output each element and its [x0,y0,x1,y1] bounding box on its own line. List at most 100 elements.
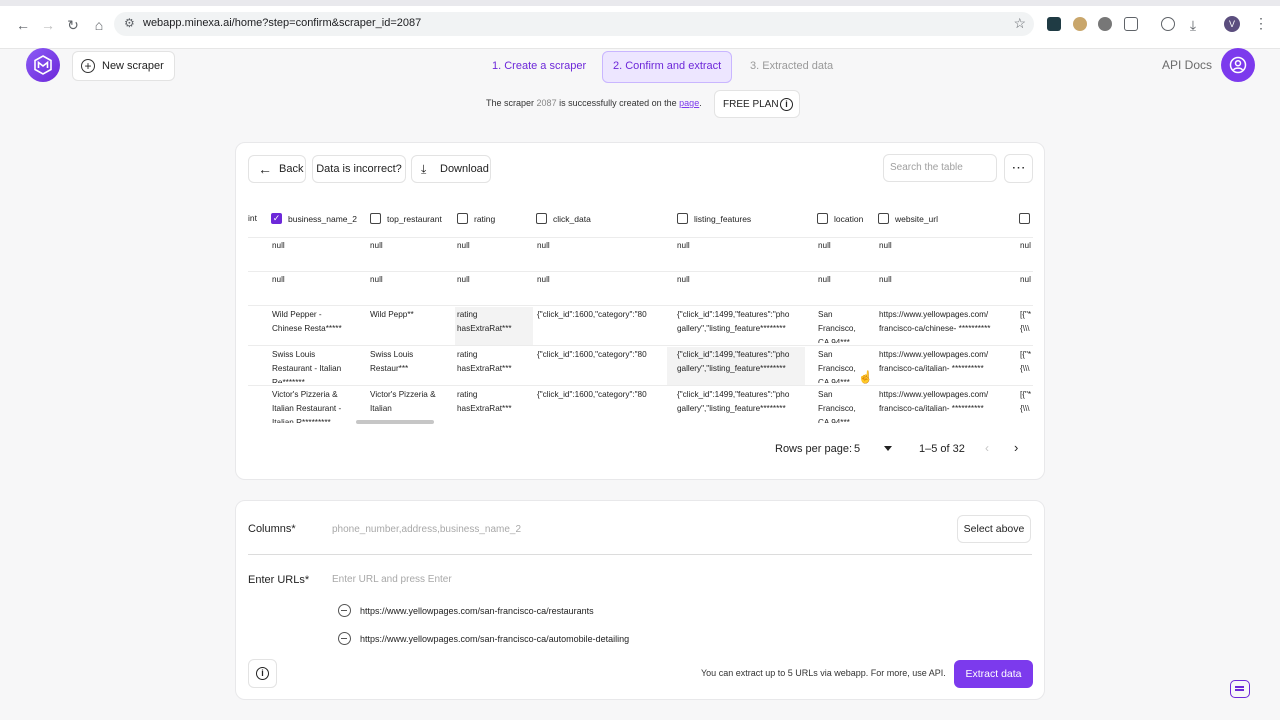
table-cell[interactable]: nul [1020,273,1033,287]
column-header-business-name-2[interactable]: ✓ business_name_2 [271,213,357,224]
column-header-top-restaurant[interactable]: top_restaurant [370,213,442,224]
notice-page-link[interactable]: page [679,98,699,108]
table-cell[interactable]: {"click_id":1600,"category":"80 [537,308,659,322]
column-header-listing-features[interactable]: listing_features [677,213,751,224]
column-header-location[interactable]: location [817,213,863,224]
checkbox[interactable] [1019,213,1030,224]
rows-per-page-select[interactable]: 5 [854,443,860,455]
browser-menu-icon[interactable]: ⋮ [1254,15,1268,32]
table-search-input[interactable]: Search the table [883,154,997,182]
previous-page-icon[interactable]: ‹ [985,441,989,455]
column-header-click-data[interactable]: click_data [536,213,591,224]
column-header-website-url[interactable]: website_url [878,213,938,224]
table-cell[interactable]: null [818,239,868,253]
account-button[interactable] [1221,48,1255,82]
table-cell[interactable]: Swiss Louis Restaurant - Italian Re*****… [272,348,350,383]
table-cell[interactable]: null [677,273,799,287]
table-cell[interactable]: null [457,239,531,253]
table-cell[interactable]: null [537,239,657,253]
checkbox[interactable] [817,213,828,224]
table-cell[interactable]: rating hasExtraRat*** [457,308,525,343]
table-cell[interactable]: {"click_id":1600,"category":"80 [537,388,659,402]
home-icon[interactable]: ⌂ [90,16,108,34]
table-cell[interactable]: Victor's Pizzeria & Italian Restaurant -… [272,388,348,423]
api-docs-link[interactable]: API Docs [1162,58,1212,72]
download-icon[interactable]: ⤓ [1184,16,1202,34]
table-cell[interactable]: null [370,239,450,253]
chat-support-icon[interactable] [1230,680,1250,698]
columns-input[interactable]: phone_number,address,business_name_2 [332,524,521,535]
select-above-button[interactable]: Select above [957,515,1031,543]
horizontal-scrollbar[interactable] [356,420,434,424]
table-cell[interactable]: https://www.yellowpages.com/ francisco-c… [879,308,1005,343]
table-cell[interactable]: null [272,239,362,253]
table-cell[interactable]: null [457,273,531,287]
minexa-logo[interactable] [26,48,60,82]
table-cell[interactable]: [{"* {\\\ [1020,388,1033,423]
extract-data-button[interactable]: Extract data [954,660,1033,688]
more-options-button[interactable]: ⋯ [1004,154,1033,183]
site-info-icon[interactable]: ⚙ [124,16,135,30]
table-cell[interactable]: rating hasExtraRat*** [457,348,525,383]
urls-label: Enter URLs* [248,574,310,586]
info-button[interactable]: i [248,659,277,688]
step-extracted-data[interactable]: 3. Extracted data [740,51,843,81]
table-cell[interactable]: rating hasExtraRat*** [457,388,525,423]
checkbox-checked[interactable]: ✓ [271,213,282,224]
table-cell[interactable]: null [272,273,362,287]
browser-profile-avatar[interactable]: V [1224,16,1240,32]
url-input[interactable]: Enter URL and press Enter [332,574,452,585]
address-bar[interactable]: ⚙ webapp.minexa.ai/home?step=confirm&scr… [114,12,1034,36]
caret-down-icon[interactable] [884,446,892,451]
table-cell[interactable]: {"click_id":1600,"category":"80 [537,348,659,362]
checkbox[interactable] [536,213,547,224]
checkbox[interactable] [878,213,889,224]
table-cell[interactable]: null [879,273,1003,287]
table-cell[interactable]: null [537,273,657,287]
extension-icon[interactable] [1073,17,1087,31]
table-cell[interactable]: Victor's Pizzeria & Italian [370,388,436,423]
checkbox[interactable] [677,213,688,224]
column-header[interactable] [1019,213,1033,224]
table-cell[interactable]: [{"* {\\\ [1020,348,1033,383]
bookmark-star-icon[interactable]: ☆ [1013,15,1026,32]
table-cell[interactable]: Wild Pepp** [370,308,450,343]
table-cell[interactable]: Swiss Louis Restaur*** [370,348,438,383]
table-cell[interactable]: null [370,273,450,287]
table-cell[interactable]: null [677,239,799,253]
reload-icon[interactable]: ↻ [64,16,82,34]
extensions-puzzle-icon[interactable] [1124,17,1138,31]
screenshot-icon[interactable] [1161,17,1175,31]
back-button[interactable]: ← Back [248,155,306,183]
table-cell[interactable]: https://www.yellowpages.com/ francisco-c… [879,348,1005,383]
free-plan-badge[interactable]: FREE PLAN i [714,90,800,118]
step-create-scraper[interactable]: 1. Create a scraper [482,51,596,81]
data-incorrect-button[interactable]: Data is incorrect? [312,155,406,183]
checkbox[interactable] [457,213,468,224]
download-button[interactable]: ⤓ Download [411,155,491,183]
column-header[interactable]: int [248,213,257,223]
table-cell[interactable]: https://www.yellowpages.com/ francisco-c… [879,388,1005,423]
remove-circle-icon[interactable] [338,632,351,645]
table-cell[interactable]: Wild Pepper - Chinese Resta***** [272,308,346,343]
forward-arrow-icon[interactable]: → [39,16,57,34]
remove-circle-icon[interactable] [338,604,351,617]
column-header-rating[interactable]: rating [457,213,495,224]
table-cell[interactable]: San Francisco, CA 94*** [818,388,864,423]
back-arrow-icon[interactable]: ← [14,16,32,34]
table-cell[interactable]: [{"* {\\\ [1020,308,1033,343]
new-scraper-button[interactable]: + New scraper [72,51,175,81]
table-cell[interactable]: {"click_id":1499,"features":"pho gallery… [677,348,799,383]
step-confirm-extract[interactable]: 2. Confirm and extract [602,51,733,83]
table-cell[interactable]: null [818,273,868,287]
table-cell[interactable]: {"click_id":1499,"features":"pho gallery… [677,388,799,423]
table-cell[interactable]: nul [1020,239,1033,253]
table-cell[interactable]: {"click_id":1499,"features":"pho gallery… [677,308,799,343]
next-page-icon[interactable]: › [1014,440,1018,455]
table-cell[interactable]: null [879,239,1003,253]
extension-icon[interactable] [1047,17,1061,31]
checkbox[interactable] [370,213,381,224]
data-table[interactable]: int ✓ business_name_2 top_restaurant rati… [248,205,1033,427]
table-cell[interactable]: San Francisco, CA 94*** [818,308,864,343]
extension-icon[interactable] [1098,17,1112,31]
